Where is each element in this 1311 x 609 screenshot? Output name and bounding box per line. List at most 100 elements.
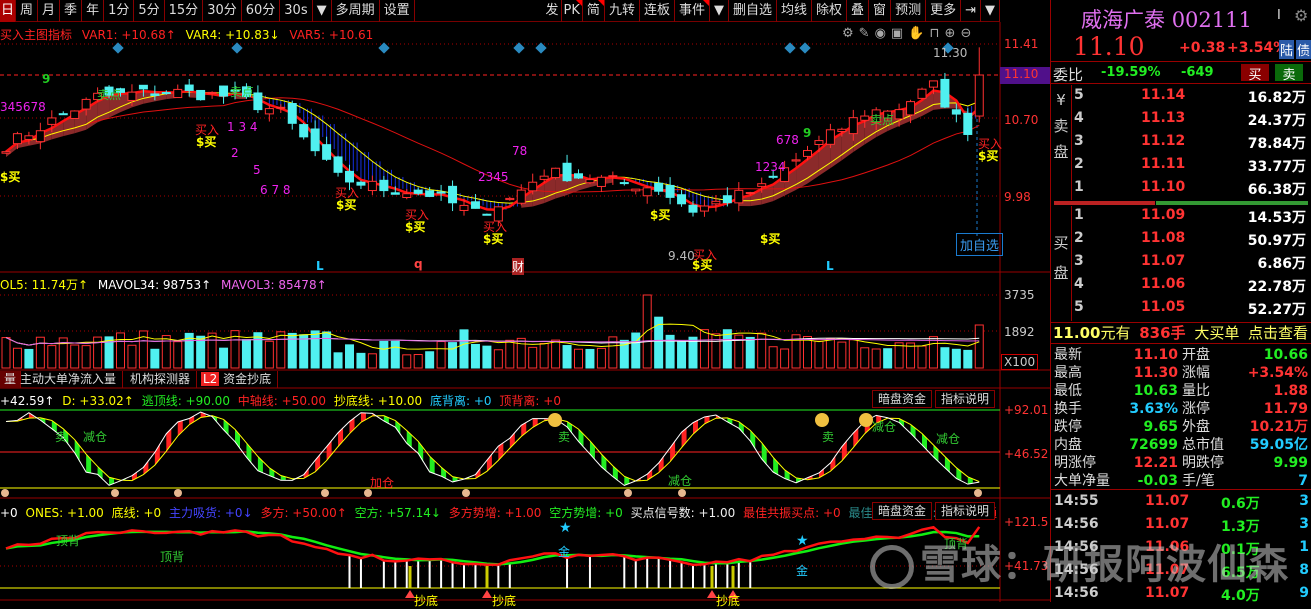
volume-bar bbox=[699, 329, 709, 369]
hk-connect-badge[interactable]: 陆 bbox=[1279, 40, 1295, 59]
candle-body bbox=[516, 189, 526, 204]
candle-body bbox=[310, 128, 320, 152]
order-book-row[interactable]: 5 11.14 16.82万 bbox=[1051, 87, 1311, 110]
buy-button[interactable]: 买 bbox=[1241, 64, 1269, 83]
zoom-in-icon[interactable]: ⊕ bbox=[945, 26, 961, 41]
top-divergence-label: 顶背 bbox=[56, 534, 81, 548]
k-line bbox=[5, 411, 980, 487]
volume-bar bbox=[963, 349, 973, 369]
smiley-icon bbox=[548, 413, 562, 427]
order-book-row[interactable]: 1 11.09 14.53万 bbox=[1051, 207, 1311, 230]
view-link[interactable]: 点击查看 bbox=[1248, 323, 1308, 344]
candle-body bbox=[619, 182, 629, 185]
order-book-row[interactable]: 5 11.05 52.27万 bbox=[1051, 299, 1311, 322]
volume-bar bbox=[825, 338, 835, 369]
volume-bar bbox=[642, 294, 652, 369]
volume-bar bbox=[161, 335, 171, 369]
bottom-buy-label: 抄底 bbox=[716, 594, 741, 608]
order-book-row[interactable]: 1 11.10 66.38万 bbox=[1051, 179, 1311, 202]
volume-bar bbox=[70, 344, 80, 369]
volume: 52.27万 bbox=[1247, 302, 1306, 318]
candle-body bbox=[539, 175, 549, 180]
indicator-help-button[interactable]: 指标说明 bbox=[935, 390, 996, 408]
candle-body bbox=[402, 193, 412, 199]
candle-body bbox=[1, 151, 11, 154]
text-cursor-icon[interactable]: I bbox=[1277, 8, 1281, 23]
trade-count: 9 bbox=[1299, 585, 1309, 601]
volume-bar bbox=[528, 346, 538, 369]
stat-label: 开盘 bbox=[1182, 347, 1210, 363]
last-price: 11.10 bbox=[1073, 32, 1145, 61]
order-book-row[interactable]: 3 11.07 6.86万 bbox=[1051, 253, 1311, 276]
volume-bar bbox=[219, 347, 229, 369]
volume-unit[interactable]: X100 bbox=[1001, 354, 1039, 370]
eye-icon[interactable]: ◉ bbox=[875, 26, 891, 41]
volume-bar bbox=[574, 348, 583, 369]
long-side: 多方: +50.00↑ bbox=[260, 506, 347, 520]
settings-icon[interactable]: ⚙ bbox=[842, 26, 859, 41]
indicator-help-button[interactable]: 指标说明 bbox=[935, 502, 996, 520]
volume-bar bbox=[688, 336, 698, 369]
hand-icon[interactable]: ✋ bbox=[908, 26, 929, 41]
level: 1 bbox=[1074, 207, 1084, 223]
dark-fund-button[interactable]: 暗盘资金 bbox=[872, 390, 933, 408]
stock-code: 002111 bbox=[1171, 8, 1252, 32]
order-book-row[interactable]: 2 11.08 50.97万 bbox=[1051, 230, 1311, 253]
short-side-line bbox=[5, 530, 980, 566]
order-book-row[interactable]: 3 11.12 78.84万 bbox=[1051, 133, 1311, 156]
volume-bar bbox=[757, 332, 767, 369]
candle-body bbox=[814, 140, 824, 146]
lock-icon[interactable]: ⊓ bbox=[929, 26, 944, 41]
add-watchlist-button[interactable]: 加自选 bbox=[956, 233, 1004, 256]
gear-icon[interactable]: ⚙ bbox=[1294, 6, 1308, 25]
candle-body bbox=[127, 91, 137, 101]
volume: 16.82万 bbox=[1247, 90, 1306, 106]
tab-big-order-inflow[interactable]: 主动大单净流入量 bbox=[14, 371, 124, 388]
price: 11.11 bbox=[1141, 156, 1186, 172]
trade-count: 8 bbox=[1299, 562, 1309, 578]
event-marker-finance[interactable]: 财 bbox=[512, 258, 525, 275]
sequence-count: 1234 bbox=[755, 160, 786, 174]
basket-icon[interactable]: ▣ bbox=[891, 26, 908, 41]
sell-button[interactable]: 卖 bbox=[1275, 64, 1303, 83]
buy-signal: $买 bbox=[650, 208, 671, 222]
event-marker-l[interactable]: L bbox=[826, 259, 834, 273]
bottom-buy-label: 抄底 bbox=[492, 594, 517, 608]
bond-badge[interactable]: 债 bbox=[1296, 40, 1311, 59]
stat-label: 内盘 bbox=[1054, 437, 1082, 453]
stat-label: 最低 bbox=[1054, 383, 1082, 399]
volume: 78.84万 bbox=[1247, 136, 1306, 152]
event-marker-q[interactable]: q bbox=[414, 257, 423, 271]
volume-bar bbox=[310, 330, 320, 369]
volume-header: OL5: 11.74万↑ MAVOL34: 98753↑ MAVOL3: 854… bbox=[0, 276, 327, 293]
indicator-name[interactable]: 买入主图指标 bbox=[0, 28, 72, 42]
big-order-row[interactable]: 11.00元有 836手 大买单 点击查看 bbox=[1051, 322, 1311, 344]
hand-pointer-icon bbox=[111, 489, 119, 497]
order-book-row[interactable]: 2 11.11 33.77万 bbox=[1051, 156, 1311, 179]
buy-signal: $买 bbox=[760, 232, 781, 246]
kdj-tick: +46.52 bbox=[1004, 447, 1049, 461]
event-marker-l[interactable]: L bbox=[316, 259, 324, 273]
hand-pointer-icon bbox=[321, 489, 329, 497]
volume-bar bbox=[940, 347, 950, 369]
candle-body bbox=[711, 200, 721, 205]
order-book-row[interactable]: 4 11.13 24.37万 bbox=[1051, 110, 1311, 133]
volume-bar bbox=[150, 348, 160, 369]
tab-fund-bottom[interactable]: L2 资金抄底 bbox=[198, 371, 279, 388]
tab-institution-detector[interactable]: 机构探测器 bbox=[124, 371, 198, 388]
ask-volume-bar bbox=[1156, 201, 1308, 205]
order-book-row[interactable]: 4 11.06 22.78万 bbox=[1051, 276, 1311, 299]
k-value: +42.59↑ bbox=[0, 394, 55, 408]
escape-line: 逃顶线: +90.00 bbox=[141, 394, 230, 408]
zoom-out-icon[interactable]: ⊖ bbox=[960, 26, 976, 41]
add-label: 加仓 bbox=[370, 476, 395, 490]
candle-body bbox=[390, 192, 400, 195]
xueqiu-logo-icon bbox=[870, 545, 914, 589]
top-divergence-label: 顶背 bbox=[160, 550, 185, 564]
volume-bar bbox=[883, 348, 893, 369]
dark-fund-button[interactable]: 暗盘资金 bbox=[872, 502, 933, 520]
candle-body bbox=[425, 190, 435, 197]
volume-bar bbox=[81, 345, 91, 369]
buy-in-signal: 买入 bbox=[978, 137, 1003, 151]
pen-icon[interactable]: ✎ bbox=[859, 26, 875, 41]
